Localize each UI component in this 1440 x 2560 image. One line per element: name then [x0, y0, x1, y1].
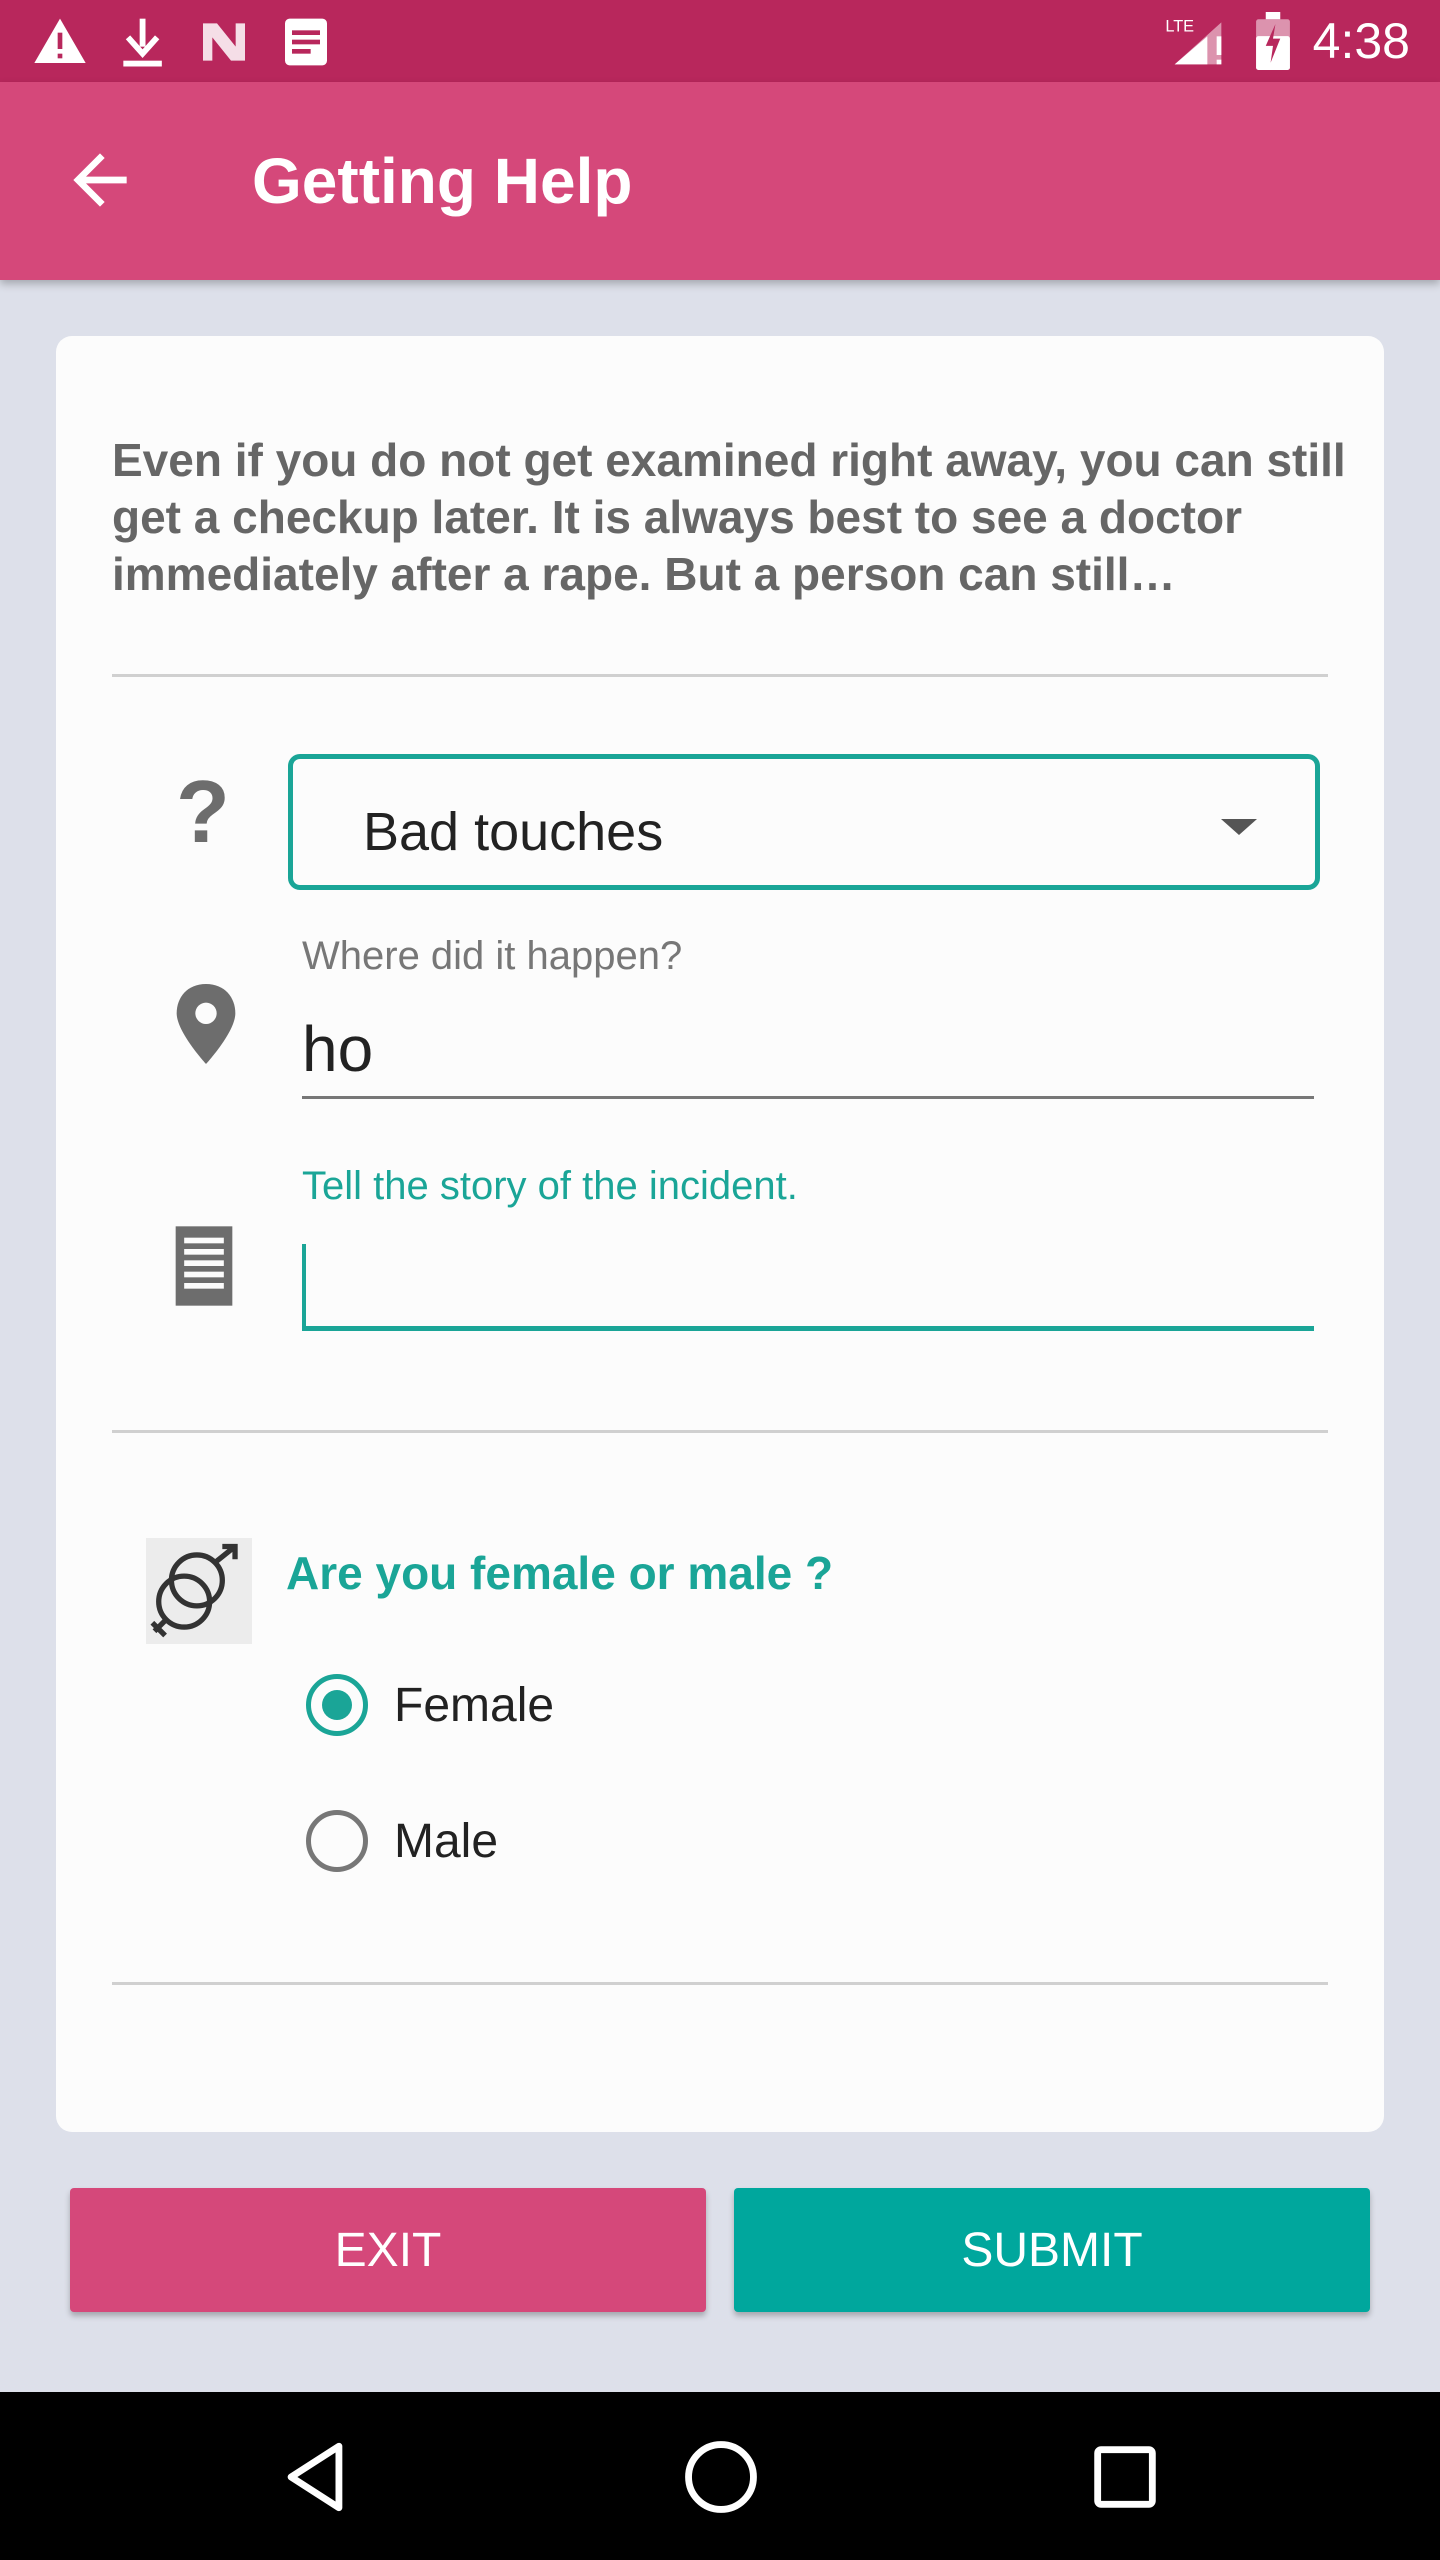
gender-question: Are you female or male ? — [286, 1547, 834, 1599]
svg-text:LTE: LTE — [1165, 18, 1194, 36]
signal-icon: LTE — [1165, 18, 1222, 65]
page-title: Getting Help — [252, 145, 633, 217]
back-arrow-icon[interactable] — [60, 140, 140, 220]
divider — [112, 1430, 1328, 1433]
battery-icon — [1255, 12, 1290, 70]
description-text: Even if you do not get examined right aw… — [112, 434, 1346, 600]
radio-label-male: Male — [394, 1814, 499, 1868]
story-input[interactable] — [302, 1232, 1314, 1328]
submit-button[interactable]: SUBMIT — [734, 2188, 1370, 2312]
incident-type-dropdown[interactable]: Bad touches — [288, 754, 1320, 890]
n-app-icon — [203, 23, 245, 61]
chevron-down-icon — [1221, 819, 1257, 835]
nav-back-icon[interactable] — [274, 2436, 356, 2518]
nav-recents-icon[interactable] — [1084, 2436, 1166, 2518]
question-icon: ? — [176, 762, 230, 861]
radio-label-female: Female — [394, 1678, 555, 1732]
form-card: Even if you do not get examined right aw… — [56, 336, 1384, 2132]
radio-button-unchecked[interactable] — [306, 1810, 368, 1872]
location-pin-icon — [176, 984, 236, 1064]
radio-button-checked[interactable] — [306, 1674, 368, 1736]
gender-icon — [146, 1538, 252, 1644]
document-icon — [175, 1226, 233, 1306]
location-underline — [302, 1096, 1314, 1099]
nav-home-icon[interactable] — [680, 2436, 762, 2518]
status-time: 4:38 — [1312, 13, 1410, 69]
warning-icon — [34, 18, 86, 64]
text-cursor — [302, 1244, 306, 1328]
story-label: Tell the story of the incident. — [302, 1164, 798, 1208]
system-nav-bar — [0, 2392, 1440, 2560]
location-input[interactable]: ho — [302, 1012, 373, 1086]
divider — [112, 674, 1328, 677]
download-icon — [123, 18, 162, 67]
status-bar: LTE 4:38 — [0, 0, 1440, 82]
notes-icon — [285, 18, 327, 66]
dropdown-selected-value: Bad touches — [363, 802, 664, 862]
exit-button[interactable]: EXIT — [70, 2188, 706, 2312]
app-bar: Getting Help — [0, 82, 1440, 280]
radio-male[interactable]: Male — [306, 1810, 498, 1872]
location-label: Where did it happen? — [302, 934, 683, 978]
divider — [112, 1982, 1328, 1985]
story-underline — [302, 1326, 1314, 1331]
radio-female[interactable]: Female — [306, 1674, 554, 1736]
